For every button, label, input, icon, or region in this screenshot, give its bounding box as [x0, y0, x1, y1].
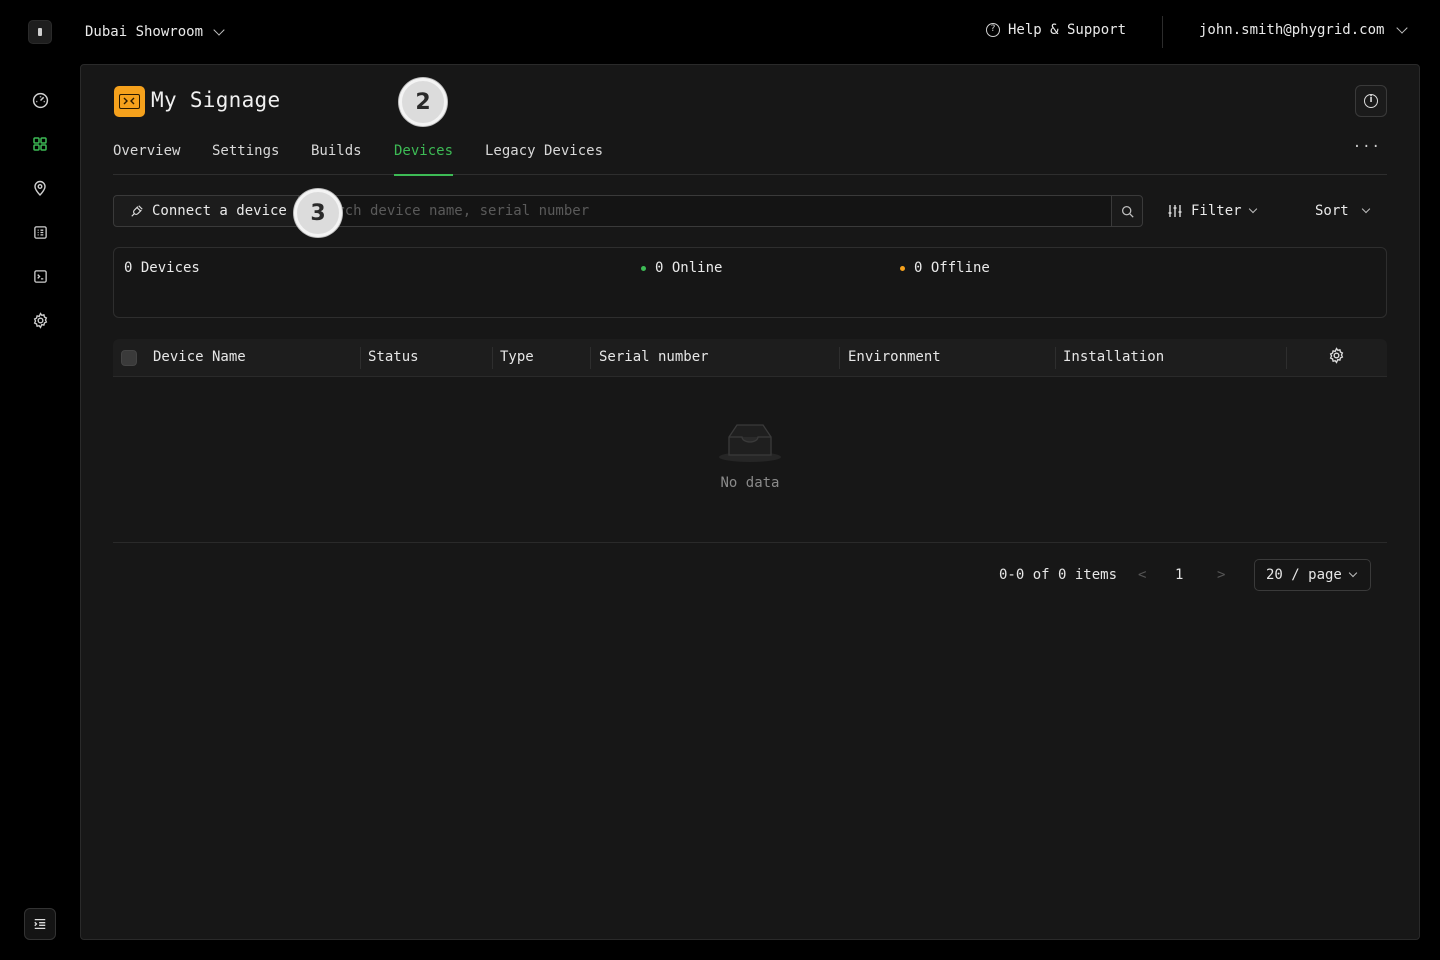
online-count-label: 0 Online — [655, 260, 723, 276]
help-label: Help & Support — [1008, 22, 1127, 38]
step-marker-2: 2 — [399, 78, 447, 126]
devices-table-header: Device Name Status Type Serial number En… — [113, 339, 1387, 377]
chevron-down-icon — [1361, 204, 1370, 214]
offline-status-dot — [900, 265, 905, 271]
filter-label: Filter — [1191, 203, 1242, 219]
tab-overview[interactable]: Overview — [113, 143, 180, 175]
user-menu[interactable]: john.smith@phygrid.com — [1199, 22, 1409, 38]
chevron-down-icon — [1396, 22, 1409, 34]
chevron-down-icon — [1248, 204, 1257, 214]
left-rail — [0, 64, 80, 960]
tab-settings[interactable]: Settings — [212, 143, 279, 175]
plug-icon — [131, 205, 143, 217]
tab-builds[interactable]: Builds — [311, 143, 362, 175]
empty-inbox-icon — [718, 423, 782, 469]
terminal-icon[interactable] — [28, 264, 52, 288]
empty-state: No data — [113, 377, 1387, 543]
search-button[interactable] — [1111, 195, 1143, 227]
gear-icon[interactable] — [28, 308, 52, 332]
project-icon — [114, 86, 145, 117]
sliders-icon — [1168, 205, 1182, 217]
tab-devices[interactable]: Devices — [394, 143, 454, 176]
current-page[interactable]: 1 — [1175, 567, 1183, 583]
location-pin-icon[interactable] — [28, 176, 52, 200]
filter-button[interactable]: Filter — [1167, 195, 1257, 227]
page-size-value: 20 / page — [1266, 567, 1342, 583]
workspace-selector[interactable]: Dubai Showroom — [85, 22, 225, 42]
chevron-down-icon — [213, 24, 225, 36]
chevron-down-icon — [1348, 568, 1358, 578]
user-email: john.smith@phygrid.com — [1199, 22, 1385, 38]
select-all-checkbox[interactable] — [121, 350, 137, 366]
offline-count-label: 0 Offline — [914, 260, 990, 276]
page-title: My Signage — [151, 88, 281, 112]
devices-count-label: 0 Devices — [124, 260, 200, 276]
app-logo[interactable] — [28, 20, 52, 44]
device-search-input[interactable] — [298, 195, 1112, 227]
list-document-icon[interactable] — [28, 220, 52, 244]
column-device-name[interactable]: Device Name — [153, 349, 246, 365]
column-divider — [590, 347, 591, 369]
step-marker-3: 3 — [294, 189, 342, 237]
column-divider — [839, 347, 840, 369]
column-status[interactable]: Status — [368, 349, 419, 365]
offline-count: 0 Offline — [900, 260, 990, 276]
workspace-name: Dubai Showroom — [85, 24, 204, 40]
column-settings-gear-icon[interactable] — [1328, 347, 1345, 368]
column-divider — [1286, 347, 1287, 369]
no-data-text: No data — [720, 475, 780, 491]
column-type[interactable]: Type — [500, 349, 534, 365]
more-tabs-button[interactable]: ··· — [1353, 139, 1381, 155]
search-icon — [1121, 205, 1134, 218]
column-environment[interactable]: Environment — [848, 349, 941, 365]
sidebar-collapse-icon[interactable] — [24, 908, 56, 940]
tab-legacy-devices[interactable]: Legacy Devices — [485, 143, 603, 175]
column-serial-number[interactable]: Serial number — [599, 349, 709, 365]
online-count: 0 Online — [641, 260, 722, 276]
column-divider — [492, 347, 493, 369]
help-support-link[interactable]: ? Help & Support — [986, 22, 1126, 38]
next-page-button[interactable]: > — [1217, 567, 1225, 583]
pagination-range: 0-0 of 0 items — [999, 567, 1118, 583]
info-icon: i — [1364, 94, 1378, 108]
pagination: 0-0 of 0 items < 1 > 20 / page — [999, 559, 1371, 591]
connect-device-button[interactable]: Connect a device — [113, 195, 299, 227]
header-divider — [1162, 16, 1163, 48]
grid-apps-icon[interactable] — [28, 132, 52, 156]
column-divider — [1055, 347, 1056, 369]
page-size-select[interactable]: 20 / page — [1254, 559, 1371, 591]
column-divider — [360, 347, 361, 369]
sort-label: Sort — [1315, 203, 1349, 219]
sort-button[interactable]: Sort — [1315, 195, 1370, 227]
main-panel: My Signage i Overview Settings Builds De… — [80, 64, 1420, 940]
previous-page-button[interactable]: < — [1138, 567, 1146, 583]
info-button[interactable]: i — [1355, 85, 1387, 117]
device-stats-card: 0 Devices 0 Online 0 Offline — [113, 247, 1387, 318]
online-status-dot — [641, 265, 646, 271]
devices-count: 0 Devices — [124, 260, 200, 276]
column-installation[interactable]: Installation — [1063, 349, 1164, 365]
connect-device-label: Connect a device — [152, 203, 287, 219]
tab-bar: Overview Settings Builds Devices Legacy … — [113, 139, 1387, 176]
dashboard-gauge-icon[interactable] — [28, 88, 52, 112]
question-circle-icon: ? — [986, 23, 1000, 37]
top-bar: Dubai Showroom ? Help & Support john.smi… — [0, 0, 1440, 64]
